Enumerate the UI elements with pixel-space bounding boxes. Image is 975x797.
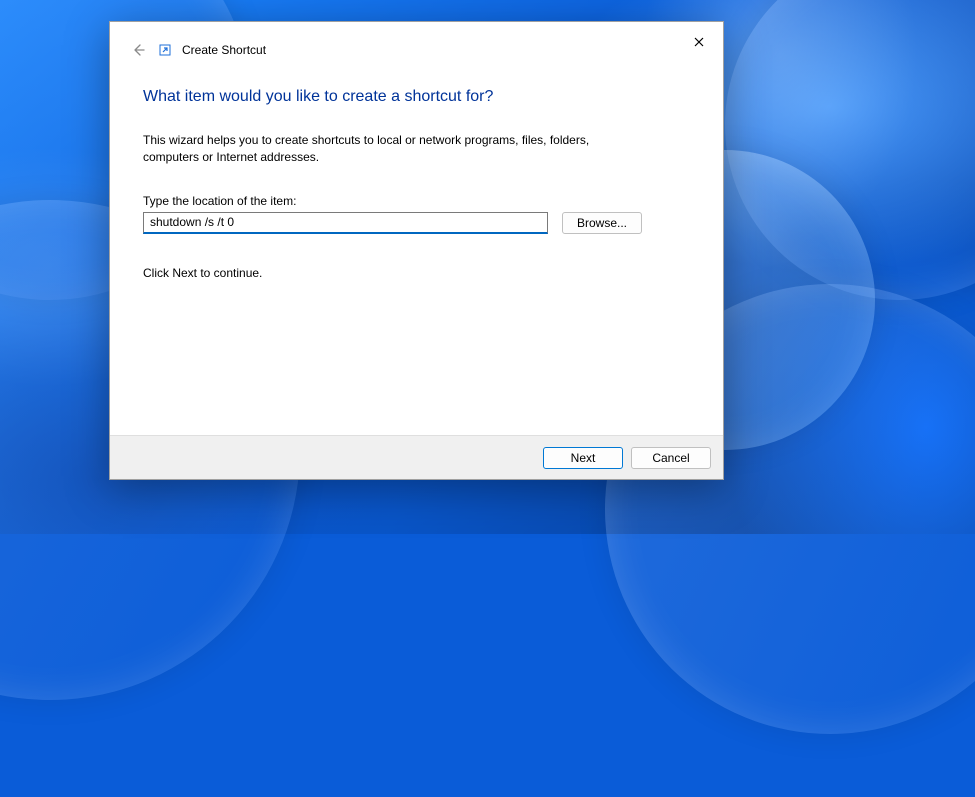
browse-button[interactable]: Browse... [562,212,642,234]
dialog-title: Create Shortcut [182,43,266,57]
cancel-button[interactable]: Cancel [631,447,711,469]
wizard-description: This wizard helps you to create shortcut… [143,132,633,166]
dialog-content: What item would you like to create a sho… [110,60,723,435]
back-arrow-icon [130,42,146,58]
close-button[interactable] [685,30,713,54]
main-heading: What item would you like to create a sho… [143,88,690,106]
shortcut-icon [158,43,172,57]
location-field-label: Type the location of the item: [143,194,690,208]
continue-instruction: Click Next to continue. [143,266,690,280]
create-shortcut-dialog: Create Shortcut What item would you like… [109,21,724,480]
next-button[interactable]: Next [543,447,623,469]
location-input-row: Browse... [143,212,690,234]
close-icon [694,37,704,47]
location-input[interactable] [143,212,548,234]
dialog-header: Create Shortcut [110,22,723,60]
dialog-footer: Next Cancel [110,435,723,479]
back-button[interactable] [128,40,148,60]
